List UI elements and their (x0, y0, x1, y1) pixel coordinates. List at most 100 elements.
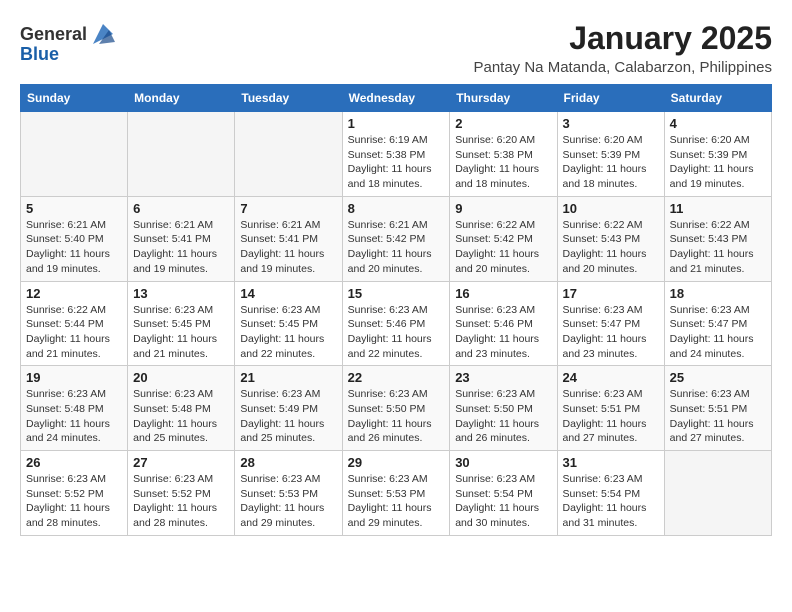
calendar-cell: 31 Sunrise: 6:23 AMSunset: 5:54 PMDayligh… (557, 451, 664, 536)
calendar-cell: 26 Sunrise: 6:23 AMSunset: 5:52 PMDayligh… (21, 451, 128, 536)
calendar-cell: 12 Sunrise: 6:22 AMSunset: 5:44 PMDayligh… (21, 281, 128, 366)
calendar-week-4: 19 Sunrise: 6:23 AMSunset: 5:48 PMDayligh… (21, 366, 772, 451)
day-number: 1 (348, 116, 445, 131)
day-info: Sunrise: 6:23 AMSunset: 5:52 PMDaylight:… (26, 472, 122, 531)
day-info: Sunrise: 6:23 AMSunset: 5:45 PMDaylight:… (240, 303, 336, 362)
calendar-cell (664, 451, 771, 536)
calendar-cell: 20Sunrise: 6:23 AMSunset: 5:48 PMDayligh… (128, 366, 235, 451)
day-number: 8 (348, 201, 445, 216)
calendar-cell: 27 Sunrise: 6:23 AMSunset: 5:52 PMDayligh… (128, 451, 235, 536)
day-info: Sunrise: 6:23 AMSunset: 5:47 PMDaylight:… (670, 303, 766, 362)
page: General Blue January 2025 Pantay Na Mata… (0, 0, 792, 546)
day-info: Sunrise: 6:22 AMSunset: 5:43 PMDaylight:… (670, 218, 766, 277)
day-info: Sunrise: 6:23 AMSunset: 5:54 PMDaylight:… (455, 472, 551, 531)
day-number: 29 (348, 455, 445, 470)
calendar-cell (128, 112, 235, 197)
calendar-cell: 21 Sunrise: 6:23 AMSunset: 5:49 PMDayligh… (235, 366, 342, 451)
day-info: Sunrise: 6:20 AMSunset: 5:38 PMDaylight:… (455, 133, 551, 192)
calendar-cell: 23Sunrise: 6:23 AMSunset: 5:50 PMDayligh… (450, 366, 557, 451)
calendar-cell: 9 Sunrise: 6:22 AMSunset: 5:42 PMDaylight… (450, 196, 557, 281)
day-number: 28 (240, 455, 336, 470)
day-number: 16 (455, 286, 551, 301)
calendar-cell: 6 Sunrise: 6:21 AMSunset: 5:41 PMDaylight… (128, 196, 235, 281)
day-info: Sunrise: 6:21 AMSunset: 5:41 PMDaylight:… (240, 218, 336, 277)
calendar-week-2: 5 Sunrise: 6:21 AMSunset: 5:40 PMDaylight… (21, 196, 772, 281)
day-number: 12 (26, 286, 122, 301)
calendar-cell: 19 Sunrise: 6:23 AMSunset: 5:48 PMDayligh… (21, 366, 128, 451)
calendar-cell: 29Sunrise: 6:23 AMSunset: 5:53 PMDayligh… (342, 451, 450, 536)
day-number: 21 (240, 370, 336, 385)
day-number: 31 (563, 455, 659, 470)
calendar-cell: 7Sunrise: 6:21 AMSunset: 5:41 PMDaylight… (235, 196, 342, 281)
day-number: 17 (563, 286, 659, 301)
calendar-cell: 18Sunrise: 6:23 AMSunset: 5:47 PMDayligh… (664, 281, 771, 366)
day-number: 11 (670, 201, 766, 216)
calendar-table: SundayMondayTuesdayWednesdayThursdayFrid… (20, 84, 772, 536)
calendar-header-sunday: Sunday (21, 85, 128, 112)
day-info: Sunrise: 6:23 AMSunset: 5:53 PMDaylight:… (240, 472, 336, 531)
calendar-cell: 4 Sunrise: 6:20 AMSunset: 5:39 PMDaylight… (664, 112, 771, 197)
calendar-header-thursday: Thursday (450, 85, 557, 112)
main-title: January 2025 (473, 20, 772, 57)
day-info: Sunrise: 6:23 AMSunset: 5:51 PMDaylight:… (670, 387, 766, 446)
day-info: Sunrise: 6:19 AMSunset: 5:38 PMDaylight:… (348, 133, 445, 192)
day-info: Sunrise: 6:23 AMSunset: 5:46 PMDaylight:… (348, 303, 445, 362)
calendar-cell: 15 Sunrise: 6:23 AMSunset: 5:46 PMDayligh… (342, 281, 450, 366)
day-number: 10 (563, 201, 659, 216)
calendar-week-3: 12 Sunrise: 6:22 AMSunset: 5:44 PMDayligh… (21, 281, 772, 366)
day-info: Sunrise: 6:22 AMSunset: 5:44 PMDaylight:… (26, 303, 122, 362)
calendar-header-saturday: Saturday (664, 85, 771, 112)
calendar-cell: 30 Sunrise: 6:23 AMSunset: 5:54 PMDayligh… (450, 451, 557, 536)
day-number: 19 (26, 370, 122, 385)
calendar-cell (235, 112, 342, 197)
calendar-cell: 8Sunrise: 6:21 AMSunset: 5:42 PMDaylight… (342, 196, 450, 281)
calendar-cell: 14Sunrise: 6:23 AMSunset: 5:45 PMDayligh… (235, 281, 342, 366)
day-info: Sunrise: 6:21 AMSunset: 5:40 PMDaylight:… (26, 218, 122, 277)
calendar-week-5: 26 Sunrise: 6:23 AMSunset: 5:52 PMDayligh… (21, 451, 772, 536)
calendar-cell (21, 112, 128, 197)
day-number: 9 (455, 201, 551, 216)
day-info: Sunrise: 6:23 AMSunset: 5:48 PMDaylight:… (133, 387, 229, 446)
day-info: Sunrise: 6:22 AMSunset: 5:43 PMDaylight:… (563, 218, 659, 277)
calendar-header-tuesday: Tuesday (235, 85, 342, 112)
calendar-cell: 10 Sunrise: 6:22 AMSunset: 5:43 PMDayligh… (557, 196, 664, 281)
day-info: Sunrise: 6:23 AMSunset: 5:50 PMDaylight:… (455, 387, 551, 446)
day-info: Sunrise: 6:21 AMSunset: 5:41 PMDaylight:… (133, 218, 229, 277)
day-number: 5 (26, 201, 122, 216)
day-number: 30 (455, 455, 551, 470)
day-info: Sunrise: 6:23 AMSunset: 5:52 PMDaylight:… (133, 472, 229, 531)
day-info: Sunrise: 6:20 AMSunset: 5:39 PMDaylight:… (670, 133, 766, 192)
calendar-cell: 16 Sunrise: 6:23 AMSunset: 5:46 PMDayligh… (450, 281, 557, 366)
day-number: 4 (670, 116, 766, 131)
logo-blue: Blue (20, 44, 59, 65)
calendar-header-wednesday: Wednesday (342, 85, 450, 112)
day-info: Sunrise: 6:22 AMSunset: 5:42 PMDaylight:… (455, 218, 551, 277)
day-info: Sunrise: 6:20 AMSunset: 5:39 PMDaylight:… (563, 133, 659, 192)
calendar-cell: 13Sunrise: 6:23 AMSunset: 5:45 PMDayligh… (128, 281, 235, 366)
day-number: 2 (455, 116, 551, 131)
calendar-cell: 5 Sunrise: 6:21 AMSunset: 5:40 PMDaylight… (21, 196, 128, 281)
day-number: 13 (133, 286, 229, 301)
calendar-cell: 3 Sunrise: 6:20 AMSunset: 5:39 PMDaylight… (557, 112, 664, 197)
day-number: 27 (133, 455, 229, 470)
logo-icon (89, 20, 117, 48)
day-number: 3 (563, 116, 659, 131)
subtitle: Pantay Na Matanda, Calabarzon, Philippin… (473, 59, 772, 76)
logo: General Blue (20, 20, 117, 65)
day-info: Sunrise: 6:23 AMSunset: 5:47 PMDaylight:… (563, 303, 659, 362)
calendar-cell: 2 Sunrise: 6:20 AMSunset: 5:38 PMDaylight… (450, 112, 557, 197)
day-info: Sunrise: 6:23 AMSunset: 5:50 PMDaylight:… (348, 387, 445, 446)
day-number: 15 (348, 286, 445, 301)
day-info: Sunrise: 6:23 AMSunset: 5:48 PMDaylight:… (26, 387, 122, 446)
day-info: Sunrise: 6:23 AMSunset: 5:49 PMDaylight:… (240, 387, 336, 446)
day-number: 26 (26, 455, 122, 470)
day-info: Sunrise: 6:23 AMSunset: 5:54 PMDaylight:… (563, 472, 659, 531)
calendar-header-monday: Monday (128, 85, 235, 112)
calendar-cell: 24Sunrise: 6:23 AMSunset: 5:51 PMDayligh… (557, 366, 664, 451)
day-number: 6 (133, 201, 229, 216)
calendar-cell: 17 Sunrise: 6:23 AMSunset: 5:47 PMDayligh… (557, 281, 664, 366)
day-info: Sunrise: 6:23 AMSunset: 5:46 PMDaylight:… (455, 303, 551, 362)
calendar-cell: 11 Sunrise: 6:22 AMSunset: 5:43 PMDayligh… (664, 196, 771, 281)
calendar-cell: 25Sunrise: 6:23 AMSunset: 5:51 PMDayligh… (664, 366, 771, 451)
header: General Blue January 2025 Pantay Na Mata… (20, 20, 772, 76)
